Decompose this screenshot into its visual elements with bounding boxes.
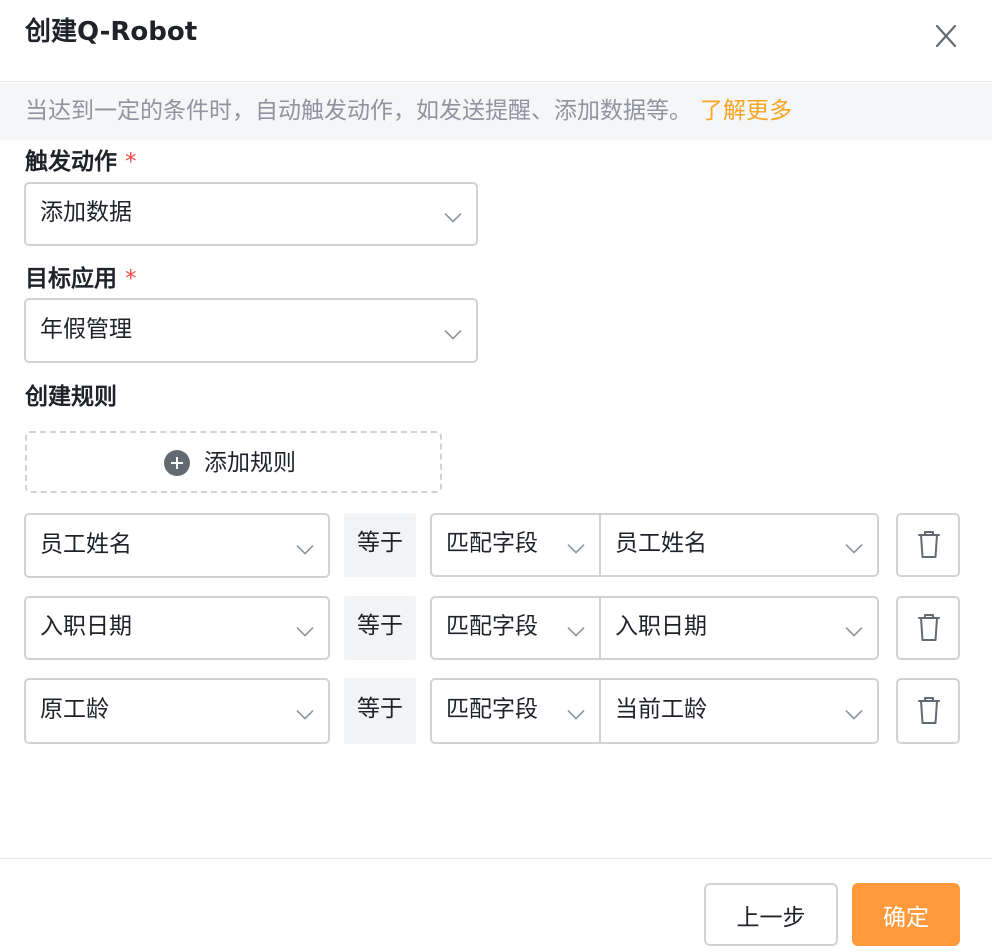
add-rule-button[interactable]: 添加规则 <box>25 431 442 493</box>
rule-field-select[interactable]: 原工龄 <box>24 678 330 744</box>
rule-match-group: 匹配字段 入职日期 <box>430 596 879 660</box>
dialog-title: 创建Q-Robot <box>25 17 198 47</box>
rule-match-group: 匹配字段 当前工龄 <box>430 678 879 744</box>
dialog-footer: 上一步 确定 <box>0 858 992 952</box>
delete-rule-button[interactable] <box>896 678 960 744</box>
target-app-label-text: 目标应用 <box>25 266 117 292</box>
chevron-down-icon <box>567 543 585 555</box>
rule-field-select[interactable]: 员工姓名 <box>24 513 330 578</box>
target-app-label: 目标应用 * <box>25 264 137 294</box>
chevron-down-icon <box>296 709 314 721</box>
chevron-down-icon <box>444 328 462 340</box>
delete-rule-button[interactable] <box>896 596 960 660</box>
rule-operator-text: 等于 <box>357 613 403 639</box>
chevron-down-icon <box>845 626 863 638</box>
trigger-action-label: 触发动作 * <box>25 147 137 177</box>
rule-match-type-value: 匹配字段 <box>446 696 538 723</box>
trash-icon <box>918 531 940 558</box>
learn-more-link[interactable]: 了解更多 <box>700 98 792 124</box>
add-rule-label: 添加规则 <box>204 450 296 476</box>
confirm-button[interactable]: 确定 <box>852 883 960 946</box>
previous-step-button[interactable]: 上一步 <box>704 883 838 946</box>
target-app-select[interactable]: 年假管理 <box>24 298 478 363</box>
required-mark: * <box>125 149 137 175</box>
rule-match-type-select[interactable]: 匹配字段 <box>432 598 601 658</box>
rule-match-type-select[interactable]: 匹配字段 <box>432 515 601 575</box>
chevron-down-icon <box>296 626 314 638</box>
chevron-down-icon <box>845 543 863 555</box>
rule-match-group: 匹配字段 员工姓名 <box>430 513 879 577</box>
trash-icon <box>918 697 940 724</box>
rule-operator-text: 等于 <box>357 696 403 722</box>
chevron-down-icon <box>444 212 462 224</box>
rule-field-value: 员工姓名 <box>40 531 132 557</box>
chevron-down-icon <box>567 709 585 721</box>
rule-match-value-select[interactable]: 员工姓名 <box>601 515 877 575</box>
rule-match-type-select[interactable]: 匹配字段 <box>432 680 601 742</box>
chevron-down-icon <box>567 626 585 638</box>
info-description: 当达到一定的条件时，自动触发动作，如发送提醒、添加数据等。 <box>25 98 692 124</box>
target-app-value: 年假管理 <box>40 316 132 342</box>
rule-match-value: 员工姓名 <box>615 530 707 557</box>
trigger-action-select[interactable]: 添加数据 <box>24 182 478 246</box>
info-banner: 当达到一定的条件时，自动触发动作，如发送提醒、添加数据等。 了解更多 <box>0 83 992 140</box>
chevron-down-icon <box>845 709 863 721</box>
plus-circle-icon <box>164 450 190 476</box>
rule-operator: 等于 <box>344 678 416 744</box>
trash-icon <box>918 614 940 641</box>
rule-match-value-select[interactable]: 入职日期 <box>601 598 877 658</box>
rule-field-select[interactable]: 入职日期 <box>24 596 330 660</box>
trigger-action-label-text: 触发动作 <box>25 149 117 175</box>
chevron-down-icon <box>296 543 314 555</box>
rule-match-type-value: 匹配字段 <box>446 613 538 640</box>
add-rule-content: 添加规则 <box>164 448 296 478</box>
info-text-container: 当达到一定的条件时，自动触发动作，如发送提醒、添加数据等。 了解更多 <box>25 96 792 126</box>
close-icon[interactable] <box>928 18 964 54</box>
rule-match-value-select[interactable]: 当前工龄 <box>601 680 877 742</box>
rule-field-value: 原工龄 <box>40 696 109 723</box>
trigger-action-value: 添加数据 <box>40 199 132 226</box>
dialog-header: 创建Q-Robot <box>0 0 992 82</box>
rule-operator-text: 等于 <box>357 530 403 556</box>
rule-match-value: 当前工龄 <box>615 696 707 723</box>
rule-operator: 等于 <box>344 513 416 577</box>
rule-field-value: 入职日期 <box>40 613 132 640</box>
create-rules-label: 创建规则 <box>25 384 117 410</box>
required-mark: * <box>125 266 137 292</box>
rule-match-value: 入职日期 <box>615 613 707 640</box>
rule-match-type-value: 匹配字段 <box>446 530 538 557</box>
delete-rule-button[interactable] <box>896 513 960 577</box>
rule-operator: 等于 <box>344 596 416 660</box>
